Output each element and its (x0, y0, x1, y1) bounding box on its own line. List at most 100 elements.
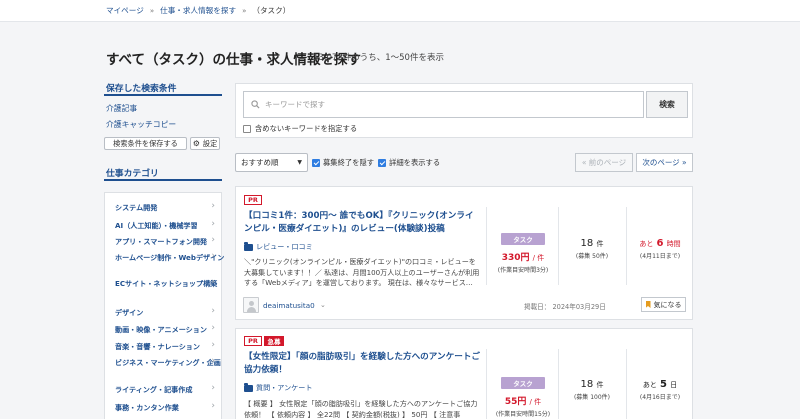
category-item[interactable]: デザイン (115, 308, 143, 318)
settings-label: 設定 (202, 138, 218, 148)
applicants-column: 18 件 (募集 50件) (558, 238, 626, 260)
hide-closed-checkbox[interactable] (312, 158, 320, 167)
remaining-prefix: あと (642, 381, 657, 389)
divider (486, 349, 487, 419)
chevron-right-icon: › (211, 277, 215, 287)
exclude-keywords-checkbox[interactable] (243, 125, 251, 133)
applicant-count-value: 18 (580, 379, 594, 390)
settings-button[interactable]: ⚙ 設定 (190, 137, 220, 150)
client-name[interactable]: deaimatusita0 (263, 301, 315, 310)
category-item[interactable]: 音楽・音響・ナレーション (115, 342, 200, 352)
work-time-note: (作業目安時間15分) (495, 411, 551, 418)
price-column: タスク 330円 / 件 (作業目安時間3分) (488, 227, 558, 274)
chevron-right-icon: › (211, 235, 215, 245)
breadcrumb-mypage[interactable]: マイページ (106, 5, 144, 16)
next-page-button[interactable]: 次のページ » (636, 153, 693, 172)
avatar[interactable] (243, 297, 259, 313)
task-tag: タスク (501, 233, 545, 245)
chevron-right-icon: › (211, 251, 215, 261)
category-heading: 仕事カテゴリ (106, 169, 159, 179)
breadcrumb-separator: » (149, 6, 155, 15)
show-detail-label: 詳細を表示する (389, 157, 441, 167)
category-item[interactable]: ビジネス・マーケティング・企画 (115, 358, 221, 368)
applicant-count-unit: 件 (596, 381, 604, 389)
breadcrumb-find-jobs[interactable]: 仕事・求人情報を探す (160, 5, 236, 16)
job-category[interactable]: レビュー・口コミ (244, 241, 313, 252)
saved-search-link[interactable]: 介護記事 (106, 103, 137, 114)
price: 330円 / 件 (488, 250, 558, 263)
job-title-link[interactable]: 【女性限定】「顔の脂肪吸引」を経験した方へのアンケートご協力依頼！ (244, 351, 482, 377)
show-detail-checkbox[interactable] (378, 158, 387, 167)
applicant-count: 18 件 (558, 238, 626, 249)
job-card[interactable]: PR 急募 【女性限定】「顔の脂肪吸引」を経験した方へのアンケートご協力依頼！ … (235, 328, 693, 419)
save-search-button[interactable]: 検索条件を保存する (104, 137, 187, 150)
chevron-right-icon: › (211, 383, 215, 393)
job-description: 【 概要 】 女性限定「顔の脂肪吸引」を経験した方へのアンケートご協力依頼！ 【… (244, 399, 478, 419)
price-value: 330円 (501, 253, 530, 263)
urgent-badge: 急募 (264, 336, 284, 346)
category-item[interactable]: AI（人工知能）・機械学習 (115, 221, 198, 231)
remaining-unit: 日 (670, 381, 678, 389)
chevron-right-icon: › (211, 340, 215, 350)
pr-badge: PR (244, 336, 262, 346)
remaining-value: 5 (660, 379, 667, 390)
folder-icon (244, 241, 253, 251)
chevron-down-icon: ▼ (297, 159, 302, 166)
hide-closed-option[interactable]: 募集終了を隠す (312, 158, 374, 168)
save-search-label: 検索条件を保存する (113, 138, 178, 148)
deadline-note: (4月11日まで) (639, 253, 681, 260)
pr-badge: PR (244, 195, 262, 205)
chevron-right-icon: › (211, 401, 215, 411)
chevron-right-icon: › (211, 201, 215, 211)
chevron-right-icon: › (211, 219, 215, 229)
prev-page-button[interactable]: « 前のページ (575, 153, 633, 172)
remaining-time: あと 5 日 (626, 379, 694, 390)
category-item[interactable]: ホームページ制作・Webデザイン (115, 253, 224, 263)
job-category-label: レビュー・口コミ (256, 242, 313, 251)
category-item[interactable]: システム開発 (115, 203, 157, 213)
search-input[interactable]: キーワードで探す (243, 91, 644, 118)
saved-searches-heading: 保存した検索条件 (106, 84, 177, 94)
work-time-note: (作業目安時間3分) (497, 267, 549, 274)
list-toolbar: おすすめ順 ▼ 募集終了を隠す 詳細を表示する (235, 153, 440, 172)
breadcrumb: マイページ » 仕事・求人情報を探す » （タスク） (106, 5, 290, 16)
price-value: 55円 (504, 397, 527, 407)
exclude-keywords-option[interactable]: 含めないキーワードを指定する (243, 124, 357, 134)
job-description: ＼"クリニック(オンラインピル・医療ダイエット)"の口コミ・レビューを大募集して… (244, 257, 480, 287)
task-tag: タスク (501, 377, 545, 389)
sort-selected-value: おすすめ順 (241, 158, 279, 167)
category-item[interactable]: ライティング・記事作成 (115, 385, 192, 395)
chevron-right-icon: › (211, 356, 215, 366)
posted-date: 掲載日： 2024年03月29日 (524, 303, 606, 311)
chevron-down-icon[interactable]: ⌄ (320, 301, 326, 309)
show-detail-option[interactable]: 詳細を表示する (378, 158, 440, 168)
job-card[interactable]: PR 【口コミ1件：300円〜 誰でもOK】『クリニック(オンラインピル・医療ダ… (235, 186, 693, 320)
breadcrumb-current: （タスク） (252, 6, 291, 15)
favorite-button[interactable]: 気になる (641, 297, 686, 312)
top-bar: マイページ » 仕事・求人情報を探す » （タスク） (0, 0, 800, 22)
deadline-column: あと 5 日 (4月16日まで) (626, 379, 694, 401)
remaining-prefix: あと (639, 240, 654, 248)
search-button[interactable]: 検索 (646, 91, 688, 118)
deadline-note: (4月16日まで) (639, 394, 681, 401)
job-category[interactable]: 質問・アンケート (244, 382, 312, 393)
gear-icon: ⚙ (192, 139, 200, 148)
breadcrumb-separator: » (242, 6, 247, 15)
category-item[interactable]: 事務・カンタン作業 (115, 403, 179, 413)
favorite-label: 気になる (653, 300, 682, 309)
remaining-time: あと 6 時間 (626, 238, 694, 249)
hide-closed-label: 募集終了を隠す (323, 157, 375, 167)
folder-icon (244, 382, 253, 392)
search-placeholder: キーワードで探す (265, 100, 325, 109)
sort-select[interactable]: おすすめ順 ▼ (235, 153, 308, 172)
category-item[interactable]: ECサイト・ネットショップ構築 (115, 279, 217, 289)
saved-search-link[interactable]: 介護キャッチコピー (106, 119, 176, 130)
applicants-column: 18 件 (募集 100件) (558, 379, 626, 401)
price-unit: / 件 (529, 398, 542, 406)
recruitment-note: (募集 50件) (575, 253, 609, 260)
job-title-link[interactable]: 【口コミ1件：300円〜 誰でもOK】『クリニック(オンラインピル・医療ダイエッ… (244, 210, 482, 236)
category-item[interactable]: 動画・映像・アニメーション (115, 325, 207, 335)
chevron-right-icon: › (211, 306, 215, 316)
category-item[interactable]: アプリ・スマートフォン開発 (115, 237, 207, 247)
remaining-value: 6 (656, 238, 664, 249)
